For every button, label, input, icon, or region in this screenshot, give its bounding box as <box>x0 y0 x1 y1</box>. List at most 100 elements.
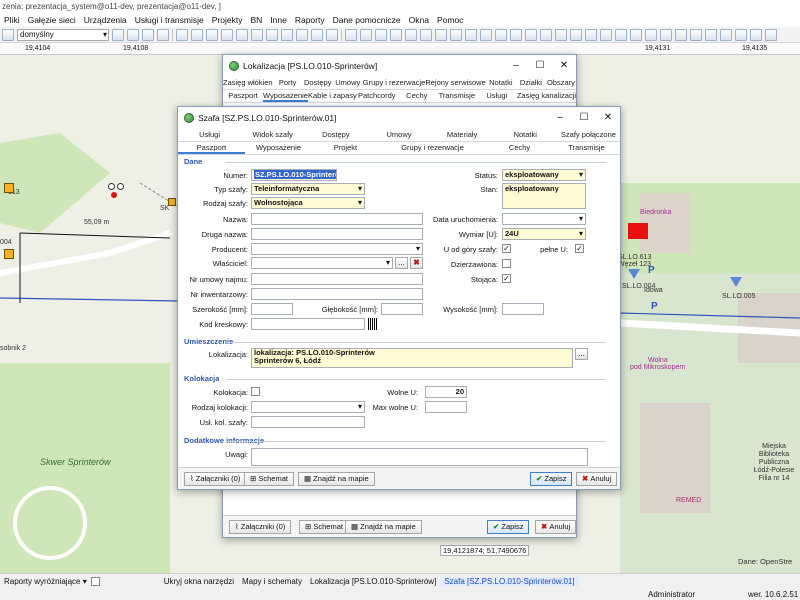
tool-icon[interactable] <box>266 28 278 41</box>
layer-select[interactable]: domyślny <box>17 28 109 41</box>
cabinet-marker-icon[interactable] <box>4 183 14 193</box>
task-hide-tools[interactable]: Ukryj okna narzędzi <box>160 577 238 586</box>
menu-galezie[interactable]: Gałęzie sieci <box>24 15 80 25</box>
tab-paszport[interactable]: Paszport <box>178 142 245 154</box>
close-icon[interactable]: ✕ <box>596 107 620 129</box>
szerokosc-input[interactable] <box>251 303 293 315</box>
tool-icon[interactable] <box>765 28 777 41</box>
tool-icon[interactable] <box>221 28 233 41</box>
tool-icon[interactable] <box>630 28 642 41</box>
localization-save-button[interactable]: ✔ Zapisz <box>487 520 530 534</box>
tab-transmisje[interactable]: Transmisje <box>437 90 477 102</box>
tool-icon[interactable] <box>206 28 218 41</box>
menu-urzadzenia[interactable]: Urządzenia <box>80 15 131 25</box>
localization-cancel-button[interactable]: ✖ Anuluj <box>535 520 577 534</box>
tab-transmisje[interactable]: Transmisje <box>553 142 620 154</box>
nazwa-input[interactable] <box>251 213 423 225</box>
task-cabinet[interactable]: Szafa [SZ.PS.LO.010-Sprinterów.01] <box>440 577 579 586</box>
cabinet-marker-icon[interactable] <box>168 198 176 206</box>
max-wolne-u-field[interactable] <box>425 401 467 413</box>
menu-inne[interactable]: Inne <box>266 15 291 25</box>
druga-nazwa-input[interactable] <box>251 228 423 240</box>
maximize-icon[interactable]: ☐ <box>572 107 596 129</box>
wlasciciel-browse-button[interactable]: ... <box>395 257 408 269</box>
tool-icon[interactable] <box>555 28 567 41</box>
localization-attachments-button[interactable]: ⌇ Załączniki (0) <box>229 520 292 534</box>
well-marker-icon[interactable] <box>628 269 640 279</box>
tab-widok-szafy[interactable]: Widok szafy <box>241 129 304 141</box>
tool-icon[interactable] <box>450 28 462 41</box>
kod-input[interactable] <box>251 318 365 330</box>
tool-icon[interactable] <box>675 28 687 41</box>
tool-icon[interactable] <box>157 28 169 41</box>
nr-umowy-input[interactable] <box>251 273 423 285</box>
status-select[interactable]: eksploatowany <box>502 169 586 181</box>
tool-icon[interactable] <box>540 28 552 41</box>
pelne-u-checkbox[interactable]: ✓ <box>575 244 584 253</box>
reports-checkbox[interactable] <box>90 577 100 586</box>
tab-wyposazenie[interactable]: Wyposażenie <box>263 90 308 102</box>
tool-icon[interactable] <box>615 28 627 41</box>
tool-icon[interactable] <box>660 28 672 41</box>
menu-projekty[interactable]: Projekty <box>208 15 247 25</box>
close-icon[interactable]: ✕ <box>552 55 576 77</box>
rodzaj-select[interactable]: Wolnostojąca <box>251 197 365 209</box>
tool-icon[interactable] <box>690 28 702 41</box>
tab-uslugi[interactable]: Usługi <box>178 129 241 141</box>
localization-schema-button[interactable]: ⊞ Schemat <box>299 520 349 534</box>
producent-select[interactable] <box>251 243 423 255</box>
glebokosc-input[interactable] <box>381 303 423 315</box>
tab-kable[interactable]: Kable i zapasy <box>308 90 357 102</box>
tab-grupy[interactable]: Grupy i rezerwacje <box>379 142 486 154</box>
tool-icon[interactable] <box>251 28 263 41</box>
tab-materialy[interactable]: Materiały <box>431 129 494 141</box>
tab-wyposazenie[interactable]: Wyposażenie <box>245 142 312 154</box>
cabinet-schema-button[interactable]: ⊞ Schemat <box>244 472 294 486</box>
node-marker-icon[interactable] <box>111 192 117 198</box>
menu-okna[interactable]: Okna <box>405 15 433 25</box>
selected-object-icon[interactable] <box>628 223 648 239</box>
clear-icon[interactable]: ✖ <box>410 257 423 269</box>
tool-icon[interactable] <box>750 28 762 41</box>
cabinet-cancel-button[interactable]: ✖ Anuluj <box>576 472 618 486</box>
numer-field[interactable]: SZ.PS.LO.010-Sprinterów.01 <box>251 169 337 181</box>
uwagi-textarea[interactable] <box>251 448 588 466</box>
menu-dane[interactable]: Dane pomocnicze <box>329 15 405 25</box>
node-marker-icon[interactable] <box>117 183 124 190</box>
tool-icon[interactable] <box>142 28 154 41</box>
tool-icon[interactable] <box>375 28 387 41</box>
tool-icon[interactable] <box>345 28 357 41</box>
localization-find-on-map-button[interactable]: ▦ Znajdź na mapie <box>345 520 422 534</box>
tab-notatki[interactable]: Notatki <box>486 77 516 89</box>
tab-paszport[interactable]: Paszport <box>223 90 263 102</box>
tab-notatki[interactable]: Notatki <box>494 129 557 141</box>
tab-dostepy[interactable]: Dostępy <box>303 77 333 89</box>
tool-icon[interactable] <box>435 28 447 41</box>
tool-icon[interactable] <box>510 28 522 41</box>
tool-icon[interactable] <box>720 28 732 41</box>
tool-icon[interactable] <box>645 28 657 41</box>
cabinet-find-on-map-button[interactable]: ▦ Znajdź na mapie <box>298 472 375 486</box>
tool-icon[interactable] <box>420 28 432 41</box>
barcode-icon[interactable] <box>368 318 378 330</box>
tool-icon[interactable] <box>326 28 338 41</box>
tool-icon[interactable] <box>570 28 582 41</box>
tab-zasieg-kanalizacji[interactable]: Zasięg kanalizacji <box>517 90 576 102</box>
tool-icon[interactable] <box>585 28 597 41</box>
stan-field[interactable]: eksploatowany <box>502 183 586 209</box>
tab-zasieg-wlokien[interactable]: Zasięg włókien <box>223 77 273 89</box>
menu-pomoc[interactable]: Pomoc <box>433 15 467 25</box>
menu-bn[interactable]: BN <box>246 15 266 25</box>
tool-icon[interactable] <box>112 28 124 41</box>
wlasciciel-select[interactable] <box>251 257 393 269</box>
well-marker-icon[interactable] <box>730 277 742 287</box>
task-localization[interactable]: Lokalizacja [PS.LO.010-Sprinterów] <box>306 577 440 586</box>
wysokosc-input[interactable] <box>502 303 544 315</box>
minimize-icon[interactable]: – <box>548 107 572 129</box>
tab-obszary[interactable]: Obszary <box>546 77 576 89</box>
tab-umowy[interactable]: Umowy <box>333 77 363 89</box>
tool-icon[interactable] <box>735 28 747 41</box>
stojaca-checkbox[interactable]: ✓ <box>502 274 511 283</box>
menu-raporty[interactable]: Raporty <box>291 15 329 25</box>
task-maps[interactable]: Mapy i schematy <box>238 577 306 586</box>
